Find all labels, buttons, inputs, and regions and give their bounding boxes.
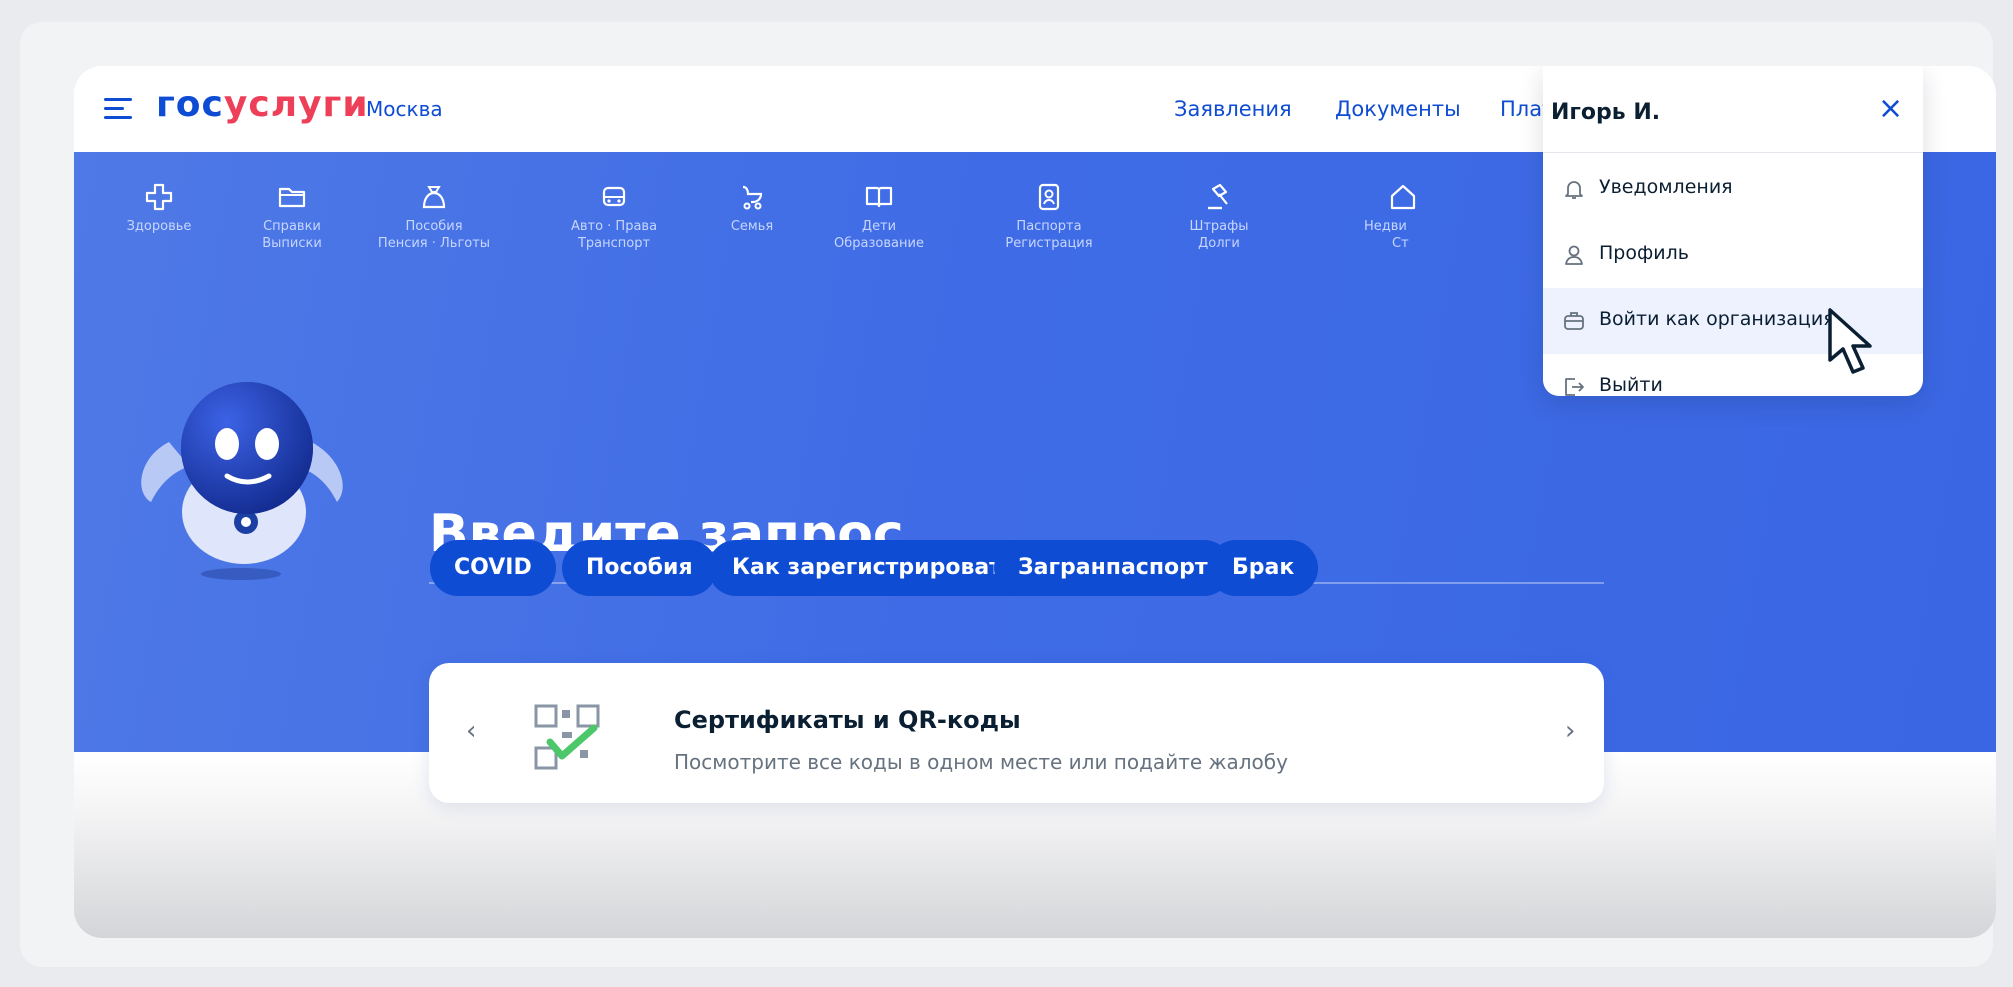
qr-code-icon (534, 704, 600, 770)
logout-icon (1565, 378, 1584, 396)
category-label: Недви (1364, 219, 1407, 234)
nav-documents[interactable]: Документы (1335, 97, 1461, 121)
chip-marriage[interactable]: Брак (1208, 540, 1319, 596)
bell-icon (1565, 181, 1583, 199)
user-name[interactable]: Игорь И. (1551, 100, 1660, 125)
car-icon (602, 186, 626, 207)
card-title: Сертификаты и QR-коды (674, 706, 1021, 734)
carousel-prev-button[interactable]: ‹ (466, 716, 476, 746)
category-label: Паспорта (1016, 219, 1082, 234)
gosuslugi-logo[interactable]: госуслуги (156, 84, 369, 125)
category-fines[interactable]: Штрафы Долги (1134, 182, 1304, 252)
category-label: Дети (861, 219, 897, 234)
browser-page: госуслуги Москва Заявления Документы Пла… (74, 66, 1996, 938)
category-sublabel: Долги (1198, 236, 1240, 251)
health-icon (145, 183, 173, 211)
mouse-cursor-icon (1828, 308, 1872, 374)
menu-item-label: Профиль (1599, 242, 1689, 264)
category-sublabel: Транспорт (577, 236, 651, 251)
close-menu-button[interactable]: × (1878, 91, 1903, 126)
category-sublabel: Ст (1392, 236, 1409, 251)
category-children[interactable]: Дети Образование (794, 182, 964, 252)
category-benefits[interactable]: Пособия Пенсия · Льготы (349, 182, 519, 252)
chip-foreign-passport[interactable]: Загранпаспорт (994, 540, 1232, 596)
menu-item-label: Войти как организация (1599, 308, 1835, 330)
gavel-icon (1208, 183, 1228, 210)
menu-item-profile[interactable]: Профиль (1543, 222, 1923, 288)
briefcase-icon (1564, 312, 1584, 330)
category-label: Штрафы (1189, 219, 1249, 234)
wallet-icon (422, 186, 446, 209)
category-label: Пособия (405, 219, 463, 234)
house-icon (1390, 184, 1416, 210)
category-realty[interactable]: Недви Ст (1364, 182, 1444, 252)
stroller-icon (742, 185, 763, 210)
passport-icon (1038, 183, 1060, 211)
nav-applications[interactable]: Заявления (1174, 97, 1292, 121)
chip-covid[interactable]: COVID (430, 540, 556, 596)
card-subtitle: Посмотрите все коды в одном месте или по… (674, 750, 1288, 774)
book-icon (865, 186, 893, 208)
category-sublabel: Регистрация (1005, 236, 1093, 251)
chip-benefits[interactable]: Пособия (562, 540, 717, 596)
divider (1543, 152, 1923, 153)
menu-icon[interactable] (104, 98, 132, 120)
city-selector[interactable]: Москва (366, 97, 443, 121)
carousel-next-button[interactable]: › (1565, 716, 1575, 746)
folder-icon (278, 187, 306, 208)
menu-item-label: Уведомления (1599, 176, 1733, 198)
menu-item-notifications[interactable]: Уведомления (1543, 156, 1923, 222)
category-passports[interactable]: Паспорта Регистрация (964, 182, 1134, 252)
category-sublabel: Пенсия · Льготы (377, 236, 491, 251)
robot-mascot (141, 382, 343, 580)
user-icon (1565, 245, 1583, 265)
category-sublabel: Образование (834, 236, 924, 251)
menu-item-label: Выйти (1599, 374, 1663, 396)
